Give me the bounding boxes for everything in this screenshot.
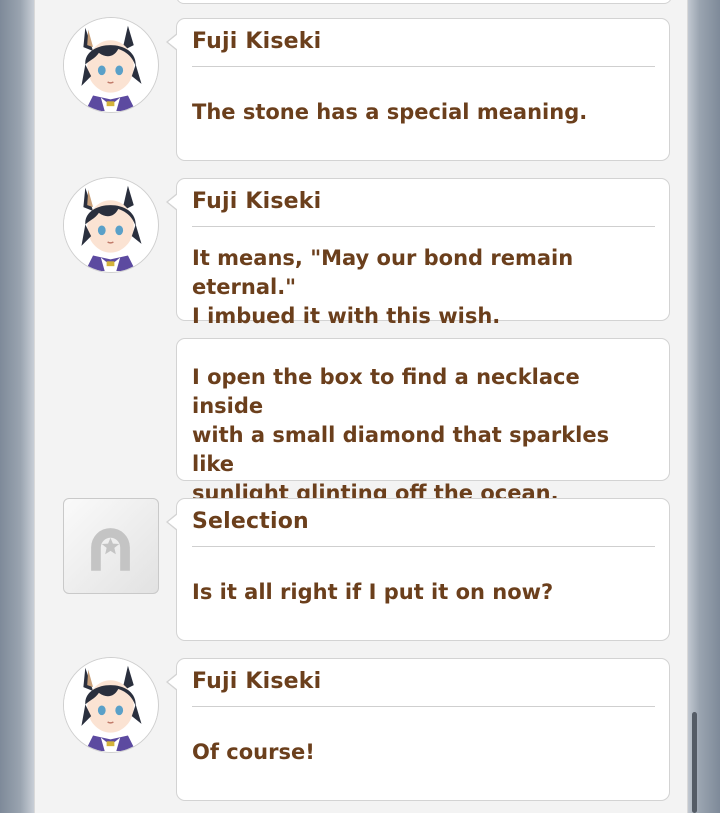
story-log-screen: Fuji Kiseki The stone has a special mean… [0, 0, 720, 813]
speaker-name: Fuji Kiseki [192, 29, 322, 54]
narration-bubble: I open the box to find a necklace inside… [176, 338, 670, 505]
selection-avatar [63, 498, 159, 594]
speaker-name: Fuji Kiseki [192, 189, 322, 214]
dialogue-text: The stone has a special meaning. [192, 100, 588, 124]
speaker-name: Fuji Kiseki [192, 669, 322, 694]
character-portrait-icon [64, 658, 157, 751]
narration-text: I open the box to find a necklace inside… [192, 365, 610, 505]
dialogue-bubble: Fuji Kiseki It means, "May our bond rema… [166, 178, 670, 328]
selection-label: Selection [192, 509, 309, 534]
fuji-kiseki-avatar[interactable] [63, 177, 159, 273]
character-portrait-icon [64, 18, 157, 111]
selection-bubble: Selection Is it all right if I put it on… [166, 498, 670, 641]
dialogue-bubble: Fuji Kiseki Of course! [166, 658, 670, 801]
character-portrait-icon [64, 178, 157, 271]
dialogue-text: Of course! [192, 740, 315, 764]
scrollbar[interactable] [692, 0, 698, 813]
selection-text: Is it all right if I put it on now? [192, 580, 554, 604]
divider [192, 706, 655, 707]
background-left-edge [0, 0, 34, 813]
horseshoe-star-icon [91, 528, 130, 571]
fuji-kiseki-avatar[interactable] [63, 17, 159, 113]
previous-message-bubble [176, 0, 672, 4]
divider [192, 546, 655, 547]
scrollbar-thumb[interactable] [692, 712, 697, 813]
fuji-kiseki-avatar[interactable] [63, 657, 159, 753]
divider [192, 66, 655, 67]
dialogue-bubble: Fuji Kiseki The stone has a special mean… [166, 18, 670, 161]
dialogue-text: It means, "May our bond remain eternal."… [192, 246, 574, 328]
divider [192, 226, 655, 227]
